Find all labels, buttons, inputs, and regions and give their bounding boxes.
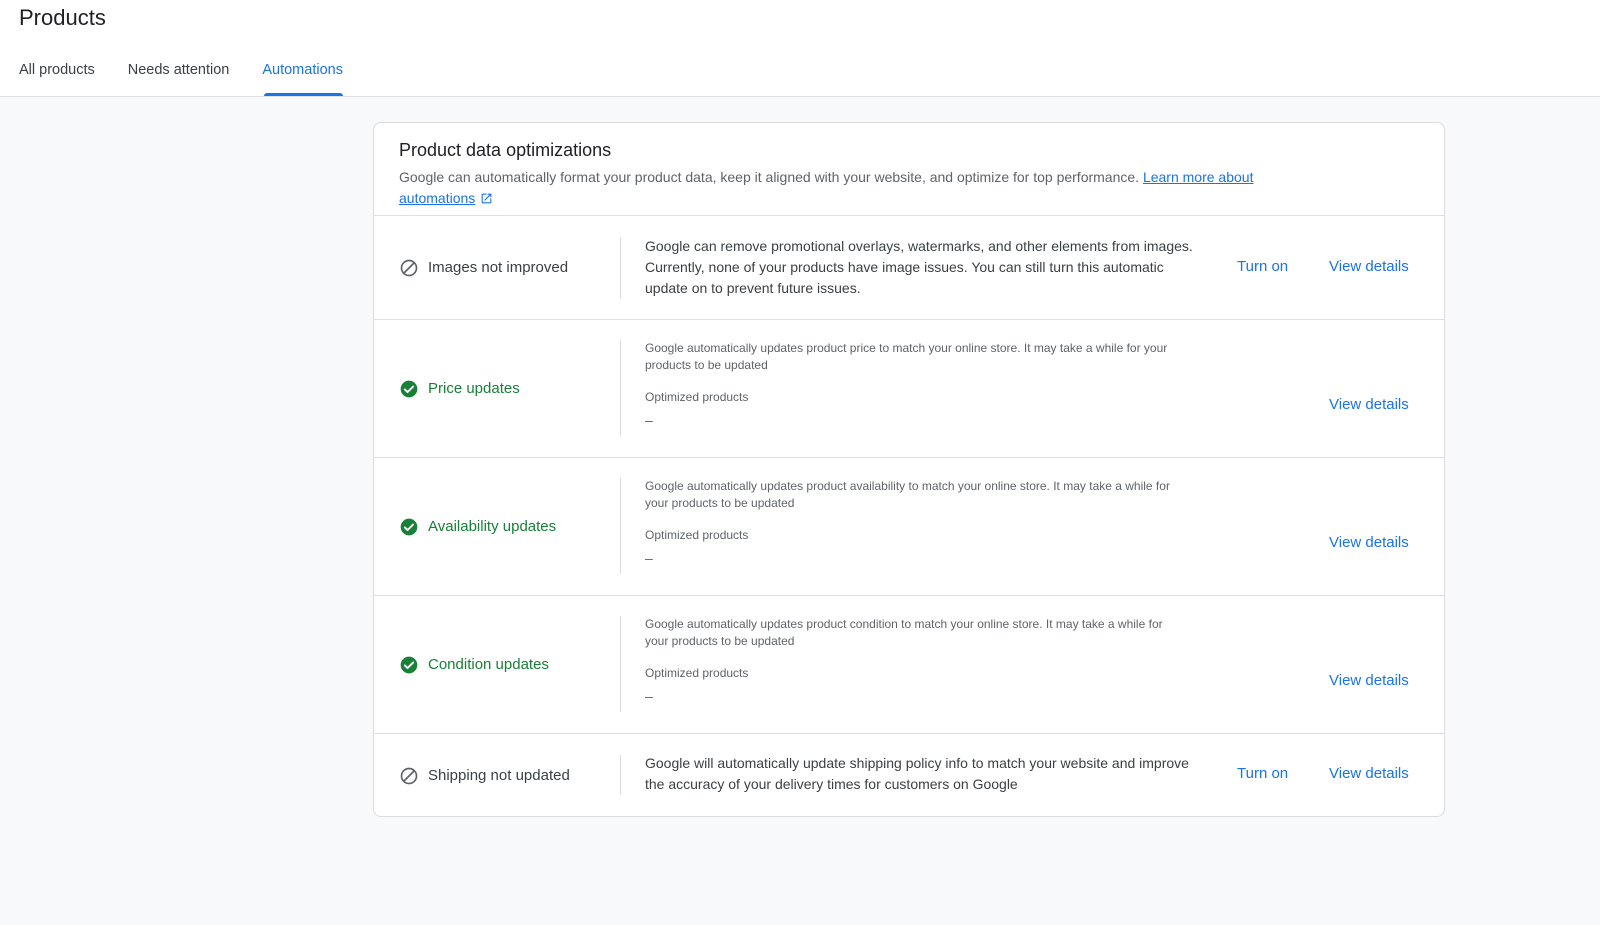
page-title: Products — [19, 5, 106, 30]
optimized-products-label: Optimized products — [645, 390, 749, 404]
check-circle-icon — [400, 518, 418, 535]
row-status: Condition updates — [374, 596, 620, 733]
view-details-button[interactable]: View details — [1329, 765, 1409, 782]
row-description-text: Google will automatically update shippin… — [645, 755, 1189, 792]
automation-row-shipping: Shipping not updated Google will automat… — [374, 734, 1444, 816]
automation-row-availability: Availability updates Google automaticall… — [374, 458, 1444, 596]
disabled-circle-icon — [400, 767, 418, 784]
learn-more-link-text-2: automations — [399, 190, 476, 206]
turn-on-button[interactable]: Turn on — [1237, 765, 1288, 782]
row-divider — [620, 478, 621, 574]
row-description: Google can remove promotional overlays, … — [645, 236, 1200, 299]
optimized-products-value: – — [645, 412, 653, 428]
row-divider — [620, 237, 621, 299]
row-divider — [620, 755, 621, 795]
row-divider — [620, 616, 621, 712]
tab-all-products[interactable]: All products — [19, 56, 95, 97]
card-header: Product data optimizations Google can au… — [374, 123, 1444, 216]
check-circle-icon — [400, 380, 418, 397]
row-description: Google automatically updates product pri… — [645, 340, 1175, 428]
row-status: Availability updates — [374, 458, 620, 595]
row-label: Shipping not updated — [428, 767, 570, 784]
learn-more-link-text-1: Learn more about — [1142, 169, 1254, 185]
tab-bar: All products Needs attention Automations — [19, 56, 376, 97]
turn-on-button[interactable]: Turn on — [1237, 258, 1288, 275]
product-data-optimizations-card: Product data optimizations Google can au… — [373, 122, 1445, 817]
row-description-text: Google automatically updates product pri… — [645, 341, 1168, 372]
card-description: Google can automatically format your pro… — [399, 167, 1359, 209]
optimized-products-value: – — [645, 550, 653, 566]
card-title: Product data optimizations — [399, 140, 612, 160]
automation-row-price: Price updates Google automatically updat… — [374, 320, 1444, 458]
row-status: Images not improved — [374, 216, 620, 319]
top-bar: Products All products Needs attention Au… — [0, 0, 1600, 97]
row-status: Shipping not updated — [374, 734, 620, 816]
optimized-products-value: – — [645, 688, 653, 704]
row-description: Google automatically updates product con… — [645, 616, 1175, 704]
tab-automations[interactable]: Automations — [262, 56, 343, 97]
row-description: Google automatically updates product ava… — [645, 478, 1175, 566]
row-description-text: Google automatically updates product con… — [645, 617, 1163, 648]
optimized-products-label: Optimized products — [645, 666, 749, 680]
row-label: Condition updates — [428, 656, 549, 673]
optimized-products-label: Optimized products — [645, 528, 749, 542]
view-details-button[interactable]: View details — [1329, 672, 1409, 689]
check-circle-icon — [400, 656, 418, 673]
view-details-button[interactable]: View details — [1329, 396, 1409, 413]
row-label: Availability updates — [428, 518, 557, 535]
row-description: Google will automatically update shippin… — [645, 753, 1200, 795]
card-description-text: Google can automatically format your pro… — [399, 169, 1140, 185]
row-description-text: Google can remove promotional overlays, … — [645, 238, 1193, 296]
row-label: Price updates — [428, 380, 520, 397]
automation-row-condition: Condition updates Google automatically u… — [374, 596, 1444, 734]
disabled-circle-icon — [400, 259, 418, 276]
row-description-text: Google automatically updates product ava… — [645, 479, 1170, 510]
tab-needs-attention[interactable]: Needs attention — [128, 56, 230, 97]
row-label: Images not improved — [428, 259, 569, 276]
row-divider — [620, 340, 621, 436]
view-details-button[interactable]: View details — [1329, 534, 1409, 551]
row-status: Price updates — [374, 320, 620, 457]
open-in-new-icon[interactable] — [480, 192, 493, 205]
view-details-button[interactable]: View details — [1329, 258, 1409, 275]
automation-row-images: Images not improved Google can remove pr… — [374, 216, 1444, 320]
